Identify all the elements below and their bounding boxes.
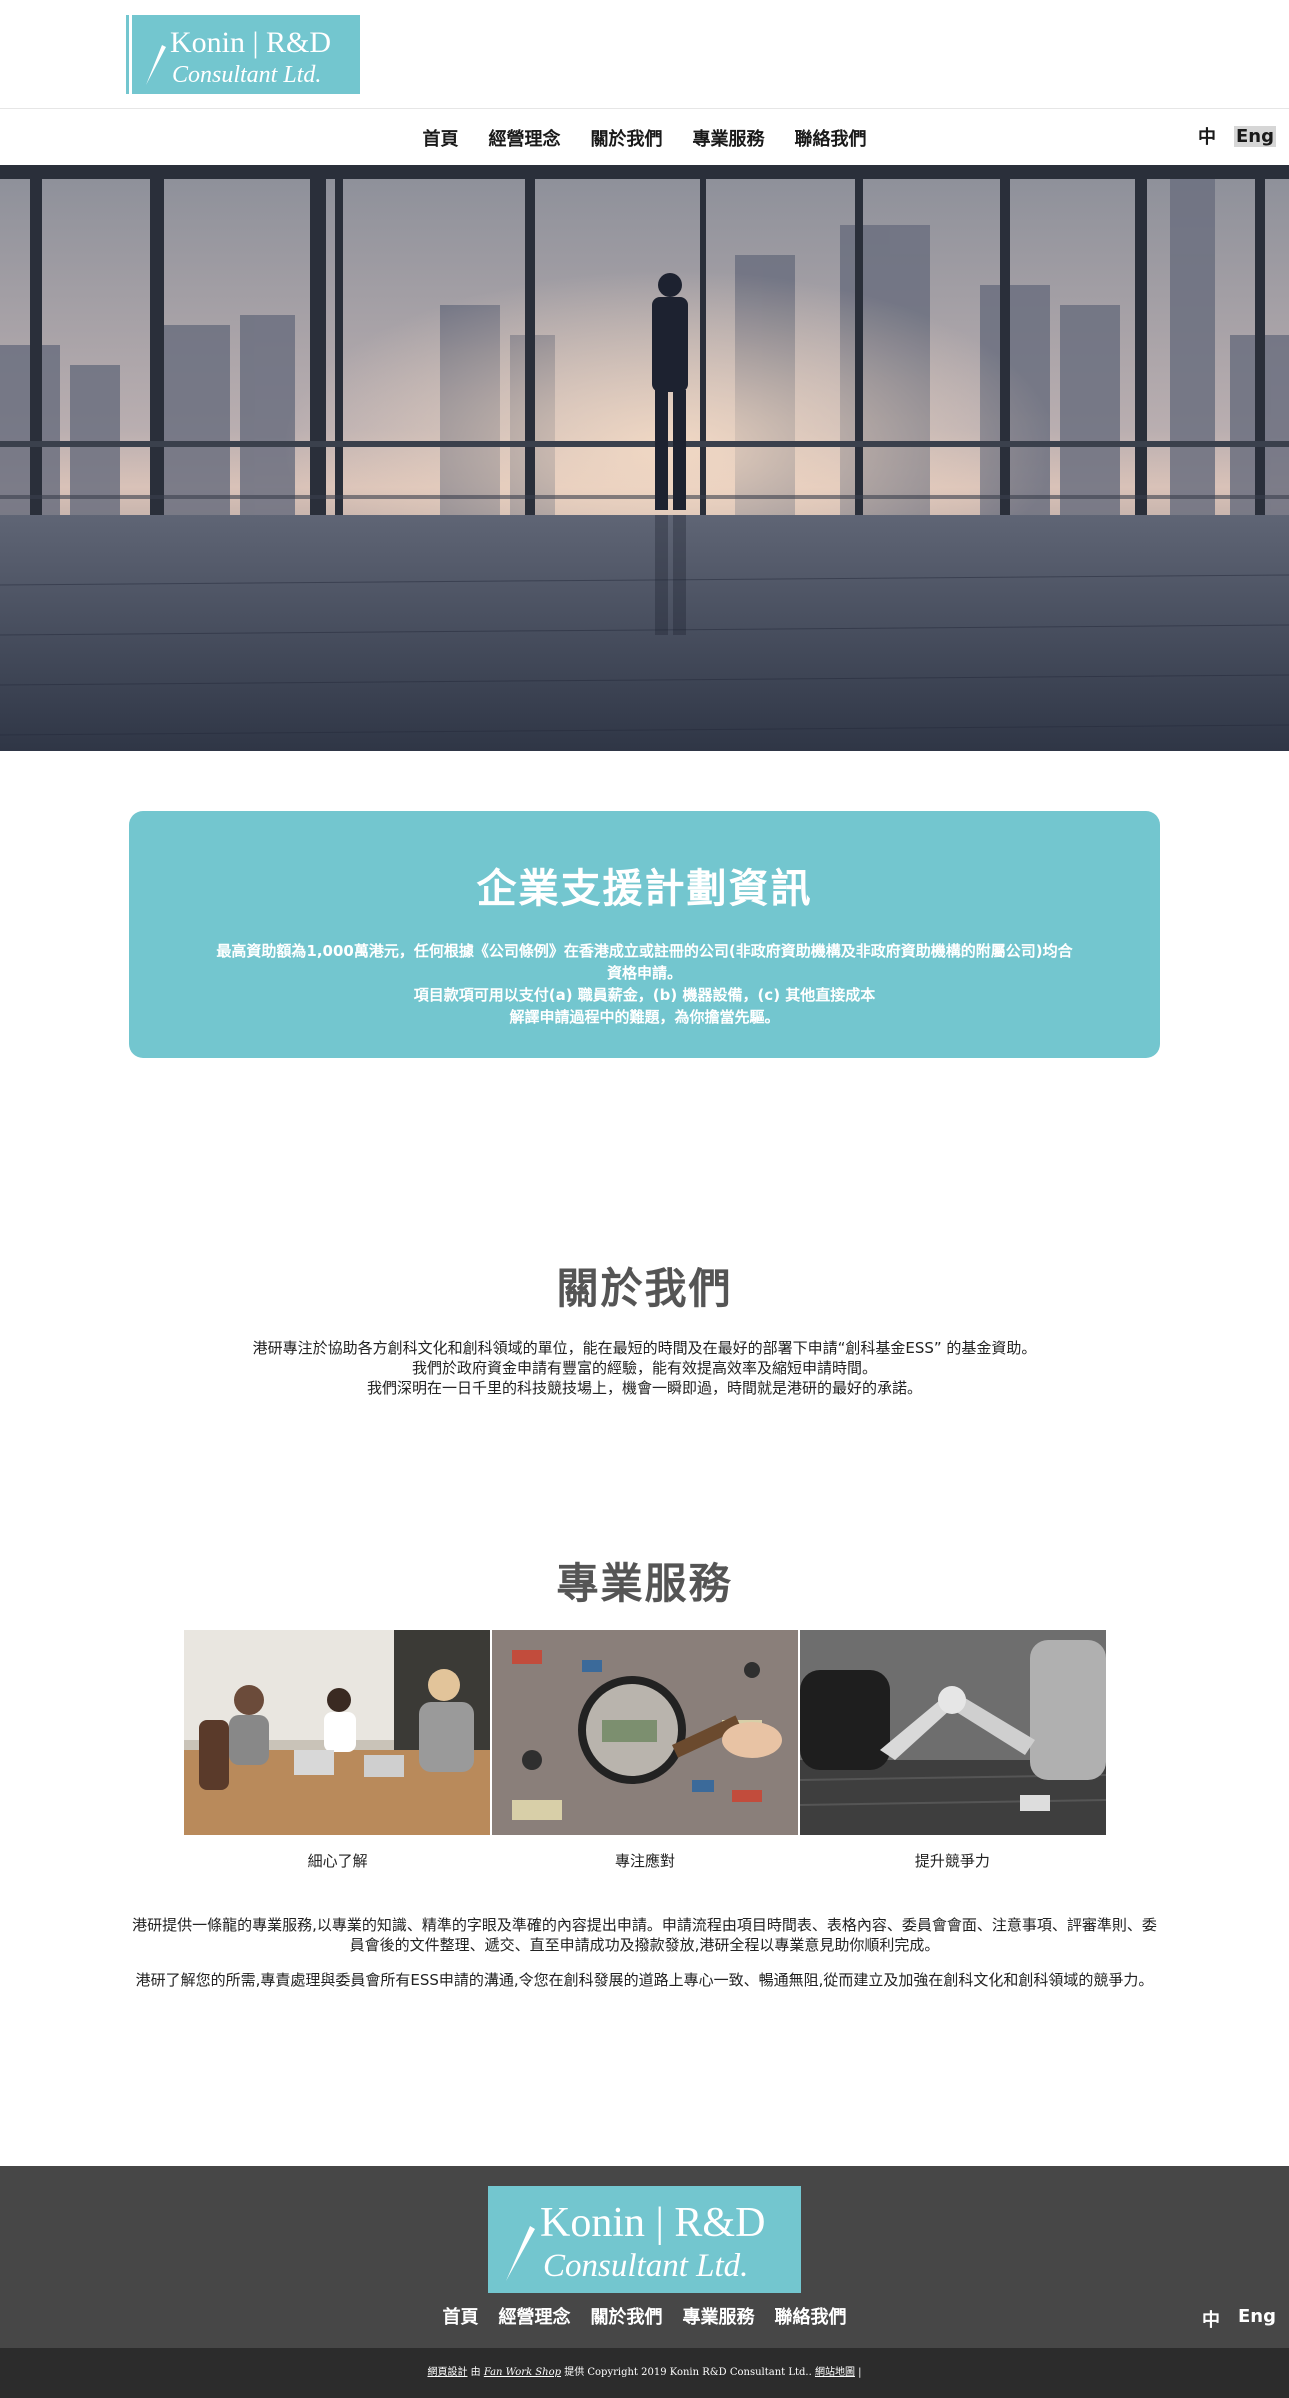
footer-logo-graphic: Konin | R&D Consultant Ltd. [506,2200,765,2284]
hero-banner [0,165,1289,751]
service-captions: 細心了解 專注應對 提升競爭力 [184,1850,1106,1871]
logo-line2: Consultant Ltd. [172,62,321,88]
footer-nav-about[interactable]: 關於我們 [581,2303,673,2329]
site-footer: Konin | R&D Consultant Ltd. 首頁 經營理念 關於我們… [0,2166,1289,2348]
about-line: 我們於政府資金申請有豐富的經驗，能有效提高效率及縮短申請時間。 [411,1359,877,1377]
lang-zh-button[interactable]: 中 [1198,123,1216,149]
nav-item-home[interactable]: 首頁 [408,125,474,151]
nav-item-philosophy[interactable]: 經營理念 [474,125,576,151]
site-logo[interactable]: Konin | R&D Consultant Ltd. [129,15,360,94]
footer-nav-home[interactable]: 首頁 [433,2303,489,2329]
services-paragraph: 港研提供一條龍的專業服務,以專業的知識、精準的字眼及準確的內容提出申請。申請流程… [132,1916,1157,1954]
copyright-text: 提供 Copyright 2019 Konin R&D Consultant L… [561,2367,815,2378]
logo-line1: Konin | R&D [170,26,331,59]
nav-item-about[interactable]: 關於我們 [576,125,678,151]
nav-item-contact[interactable]: 聯絡我們 [780,125,882,151]
card-line: 最高資助額為1,000萬港元，任何根據《公司條例》在香港成立或註冊的公司(非政府… [216,942,1073,960]
footer-language-switcher: 中 Eng [1202,2306,1276,2332]
caption-focus: 專注應對 [614,1852,675,1870]
footer-logo-line2: Consultant Ltd. [543,2248,748,2284]
service-image-meeting[interactable] [184,1630,490,1835]
funding-info-card: 企業支援計劃資訊 最高資助額為1,000萬港元，任何根據《公司條例》在香港成立或… [129,811,1160,1058]
footer-nav: 首頁 經營理念 關於我們 專業服務 聯絡我們 [0,2303,1289,2329]
footer-nav-contact[interactable]: 聯絡我們 [765,2303,857,2329]
nav-item-services[interactable]: 專業服務 [678,125,780,151]
magnifier-photo [492,1630,798,1835]
page: Konin | R&D Consultant Ltd. 首頁 經營理念 關於我們… [0,0,1289,2398]
armwrestling-photo [800,1630,1106,1835]
web-design-link[interactable]: 網頁設計 [427,2367,467,2378]
footer-nav-services[interactable]: 專業服務 [673,2303,765,2329]
card-line: 資格申請。 [606,964,682,982]
footer-lang-zh[interactable]: 中 [1202,2306,1220,2332]
logo-graphic: Konin | R&D Consultant Ltd. [146,26,331,88]
lang-en-button[interactable]: Eng [1234,125,1276,147]
quill-icon [506,2226,535,2281]
header-divider [0,108,1289,109]
main-nav: 首頁 經營理念 關於我們 專業服務 聯絡我們 [0,110,1289,165]
service-image-magnifier[interactable] [492,1630,798,1835]
card-body: 最高資助額為1,000萬港元，任何根據《公司條例》在香港成立或註冊的公司(非政府… [129,940,1160,1028]
copyright-by: 由 [467,2367,484,2378]
services-section: 專業服務 細心了解 專注應對 提升競爭力 港研提供一條龍的專業服務,以專業的知識… [0,1550,1289,1989]
services-paragraph: 港研了解您的所需,專責處理與委員會所有ESS申請的溝通,令您在創科發展的道路上專… [135,1971,1154,1989]
hero-image [0,165,1289,751]
site-header: Konin | R&D Consultant Ltd. [0,0,1289,110]
caption-competitiveness: 提升競爭力 [914,1852,990,1870]
vendor-link[interactable]: Fan Work Shop [484,2367,561,2378]
card-line: 項目款項可用以支付(a) 職員薪金，(b) 機器設備，(c) 其他直接成本 [413,986,876,1004]
meeting-photo [184,1630,490,1835]
copyright-bar: 網頁設計 由 Fan Work Shop 提供 Copyright 2019 K… [0,2348,1289,2398]
caption-understand: 細心了解 [307,1852,368,1870]
footer-lang-en[interactable]: Eng [1238,2306,1276,2332]
about-line: 我們深明在一日千里的科技競技場上，機會一瞬即過，時間就是港研的最好的承諾。 [366,1379,922,1397]
card-title: 企業支援計劃資訊 [476,866,813,912]
language-switcher: 中 Eng [1198,123,1276,149]
about-section: 關於我們 港研專注於協助各方創科文化和創科領域的單位，能在最短的時間及在最好的部… [0,1255,1289,1398]
copyright-separator: | [854,2367,862,2378]
footer-nav-philosophy[interactable]: 經營理念 [489,2303,581,2329]
services-title: 專業服務 [556,1559,733,1608]
about-line: 港研專注於協助各方創科文化和創科領域的單位，能在最短的時間及在最好的部署下申請“… [252,1339,1037,1357]
about-title: 關於我們 [556,1264,733,1313]
service-image-armwrestling[interactable] [800,1630,1106,1835]
card-line: 解譯申請過程中的難題，為你擔當先驅。 [509,1008,780,1026]
quill-icon [146,45,166,85]
sitemap-link[interactable]: 網站地圖 [815,2367,855,2378]
footer-logo-line1: Konin | R&D [540,2200,765,2246]
footer-logo[interactable]: Konin | R&D Consultant Ltd. [488,2186,801,2293]
service-images [184,1630,1106,1835]
about-body: 港研專注於協助各方創科文化和創科領域的單位，能在最短的時間及在最好的部署下申請“… [0,1338,1289,1398]
